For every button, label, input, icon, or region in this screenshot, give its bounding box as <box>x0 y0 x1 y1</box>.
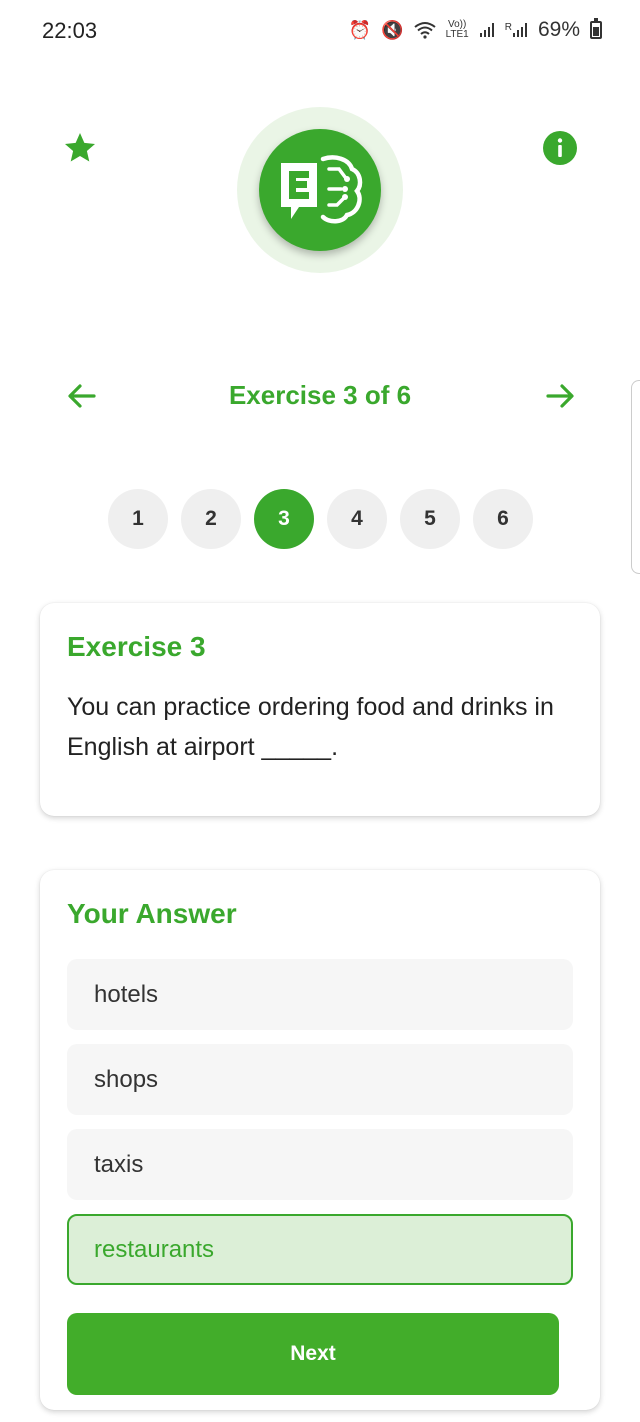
answer-title: Your Answer <box>67 898 237 929</box>
english-brain-logo-icon <box>281 155 363 224</box>
status-time: 22:03 <box>42 18 98 43</box>
exercise-pager: 1 2 3 4 5 6 <box>108 489 533 549</box>
roaming-label: R <box>504 22 512 33</box>
exercise-title: Exercise 3 <box>67 631 206 662</box>
answer-option-hotels[interactable]: hotels <box>67 959 573 1030</box>
page-button-3[interactable]: 3 <box>254 489 314 549</box>
page-button-4[interactable]: 4 <box>327 489 387 549</box>
wifi-icon <box>413 22 436 39</box>
arrow-right-icon[interactable] <box>540 376 580 416</box>
signal-icon <box>479 23 494 37</box>
exercise-navigation: Exercise 3 of 6 <box>0 370 640 422</box>
page-button-2[interactable]: 2 <box>181 489 241 549</box>
volte-indicator: Vo)) LTE1 <box>446 20 469 40</box>
page-button-6[interactable]: 6 <box>473 489 533 549</box>
status-icons: ⏰ 🔇 Vo)) LTE1 R 69% <box>349 18 602 42</box>
signal-roaming-icon <box>512 23 527 37</box>
alarm-icon: ⏰ <box>348 19 372 40</box>
page-button-1[interactable]: 1 <box>108 489 168 549</box>
battery-percent: 69% <box>537 18 580 41</box>
answer-option-restaurants[interactable]: restaurants <box>67 1214 573 1285</box>
roaming-signal: R <box>505 22 528 38</box>
info-icon[interactable] <box>542 130 578 166</box>
mute-icon: 🔇 <box>381 19 404 40</box>
app-logo <box>259 129 381 251</box>
answer-option-shops[interactable]: shops <box>67 1044 573 1115</box>
volte-bottom-label: LTE1 <box>445 29 469 40</box>
status-bar: 22:03 ⏰ 🔇 Vo)) LTE1 R 69% <box>0 0 640 64</box>
answer-option-taxis[interactable]: taxis <box>67 1129 573 1200</box>
battery-icon <box>590 18 602 39</box>
edge-panel-handle[interactable] <box>631 380 640 574</box>
exercise-card: Exercise 3 You can practice ordering foo… <box>40 603 600 816</box>
star-icon[interactable] <box>62 130 98 166</box>
page-button-5[interactable]: 5 <box>400 489 460 549</box>
next-button[interactable]: Next <box>67 1313 559 1395</box>
exercise-question: You can practice ordering food and drink… <box>67 693 554 761</box>
